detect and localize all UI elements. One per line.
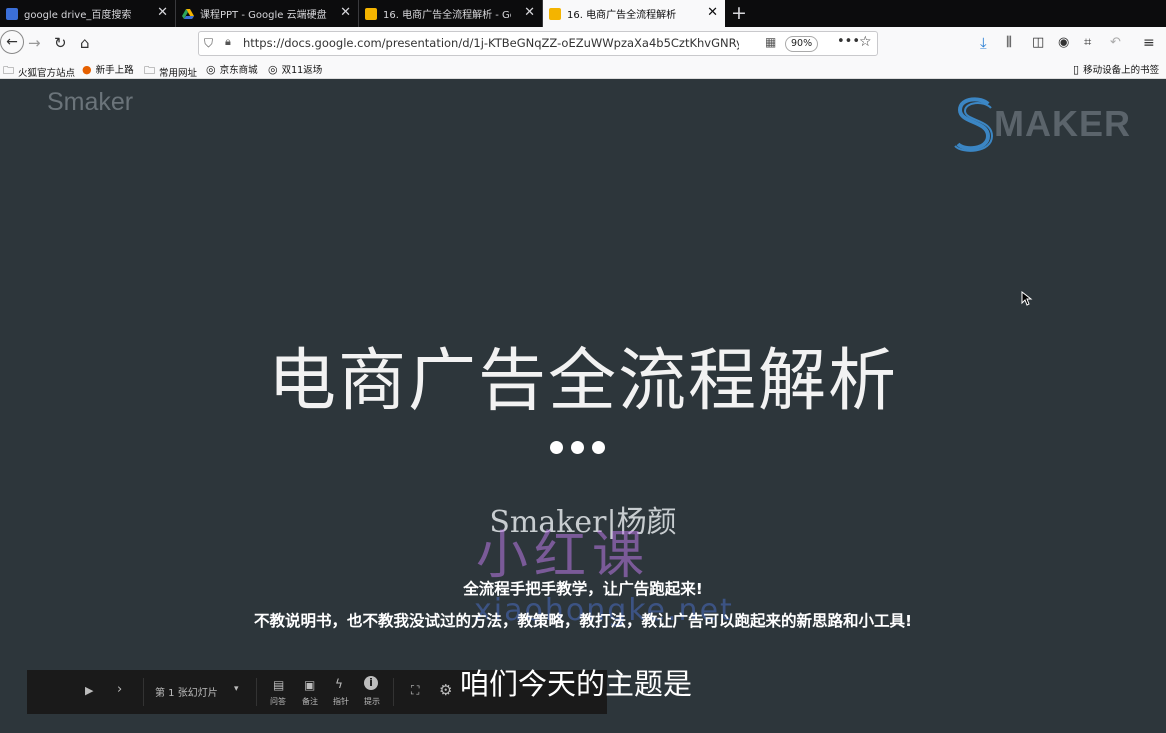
tab-drive[interactable]: 课程PPT - Google 云端硬盘 ✕ [176, 0, 359, 27]
menu-icon[interactable]: ≡ [1143, 33, 1155, 53]
notes-label[interactable]: 备注 [302, 696, 318, 707]
qr-code-icon[interactable]: ▦ [765, 35, 776, 49]
bookmark-star-icon[interactable]: ☆ [859, 34, 872, 50]
downloads-icon[interactable]: ⤓ [980, 33, 987, 53]
shield-icon[interactable]: ⛉ [204, 36, 213, 51]
close-icon[interactable]: ✕ [340, 6, 351, 20]
tab-title: google drive_百度搜索 [24, 10, 132, 21]
bookmark-label: 常用网址 [159, 67, 198, 79]
dot [550, 441, 563, 454]
hints-label[interactable]: 提示 [364, 696, 380, 707]
bookmark-label: 京东商城 [219, 65, 258, 76]
back-button[interactable]: ← [0, 30, 24, 54]
bookmark-label: 双11返场 [281, 65, 323, 76]
reload-button[interactable]: ↻ [54, 33, 67, 53]
mobile-bookmarks[interactable]: ▯ 移动设备上的书签 [1073, 62, 1160, 77]
globe-icon: ◎ [206, 62, 216, 76]
tab-title: 16. 电商广告全流程解析 - Google [383, 10, 511, 21]
lock-icon[interactable]: 🔒︎ [225, 35, 231, 49]
info-icon[interactable]: i [364, 676, 378, 690]
url-text[interactable]: https://docs.google.com/presentation/d/1… [243, 36, 739, 50]
tagline-1: 全流程手把手教学，让广告跑起来! [463, 580, 703, 598]
bookmark-item[interactable]: ◎ 京东商城 [206, 62, 258, 77]
divider [393, 678, 394, 706]
dot [592, 441, 605, 454]
close-icon[interactable]: ✕ [157, 6, 168, 20]
sidebar-icon[interactable]: ◫ [1032, 33, 1044, 53]
phone-icon: ▯ [1073, 62, 1080, 76]
logo-s-icon [954, 97, 994, 152]
brand-text: Smaker [47, 88, 134, 116]
next-slide-icon[interactable]: › [117, 682, 122, 697]
url-bar[interactable]: ⛉ 🔒︎ https://docs.google.com/presentatio… [198, 31, 878, 56]
bookmark-label: 移动设备上的书签 [1083, 65, 1160, 76]
bookmark-item[interactable]: ● 新手上路 [82, 62, 134, 77]
bookmark-item[interactable]: ◎ 双11返场 [268, 62, 323, 77]
logo-text: MAKER [994, 103, 1131, 144]
dots-decoration [550, 441, 605, 454]
tab-slides-active[interactable]: 16. 电商广告全流程解析 - Google ✕ [543, 0, 725, 27]
close-icon[interactable]: ✕ [524, 6, 535, 20]
tab-baidu[interactable]: google drive_百度搜索 ✕ [0, 0, 176, 27]
qa-label[interactable]: 问答 [270, 696, 286, 707]
firefox-icon: ● [82, 62, 92, 76]
undo-close-icon[interactable]: ↶ [1110, 33, 1121, 53]
close-icon[interactable]: ✕ [707, 6, 718, 20]
more-actions-icon[interactable]: ••• [837, 34, 860, 49]
globe-icon: ◎ [268, 62, 278, 76]
fullscreen-icon[interactable]: ⛶ [411, 683, 419, 698]
pointer-label[interactable]: 指针 [333, 696, 349, 707]
screenshot-icon[interactable]: ⌗ [1084, 33, 1091, 53]
zoom-level[interactable]: 90% [785, 36, 819, 52]
slides-icon [549, 7, 561, 20]
slide-canvas[interactable]: Smaker MAKER 电商广告全流程解析 Smaker|杨颜 小红课 xia… [0, 79, 1166, 733]
tab-title: 课程PPT - Google 云端硬盘 [200, 10, 327, 21]
home-button[interactable]: ⌂ [80, 33, 90, 53]
bookmark-label: 新手上路 [95, 65, 134, 76]
divider [143, 678, 144, 706]
video-subtitle: 咱们今天的主题是 [460, 667, 693, 701]
slide-selector[interactable]: 第 1 张幻灯片 [155, 684, 218, 699]
notes-icon[interactable]: ▣ [304, 678, 315, 692]
navigation-bar: ← → ↻ ⌂ ⛉ 🔒︎ https://docs.google.com/pre… [0, 27, 1166, 60]
account-icon[interactable]: ◉ [1058, 33, 1069, 53]
tab-bar: google drive_百度搜索 ✕ 课程PPT - Google 云端硬盘 … [0, 0, 1166, 27]
tab-slides-1[interactable]: 16. 电商广告全流程解析 - Google ✕ [359, 0, 543, 27]
tagline-2: 不教说明书，也不教我没试过的方法，教策略，教打法，教让广告可以跑起来的新思路和小… [253, 612, 913, 630]
slides-icon [365, 7, 377, 20]
chevron-down-icon[interactable]: ▾ [234, 684, 239, 694]
pointer-icon[interactable]: ϟ [335, 677, 343, 691]
play-icon[interactable]: ▶ [85, 684, 93, 697]
mouse-cursor-icon [1021, 291, 1033, 306]
forward-button[interactable]: → [28, 33, 41, 53]
smaker-logo: MAKER [952, 94, 1131, 154]
google-drive-icon [182, 8, 194, 19]
qa-icon[interactable]: ▤ [273, 678, 284, 692]
baidu-icon [6, 7, 18, 20]
bookmark-label: 火狐官方站点 [18, 67, 76, 79]
divider [256, 678, 257, 706]
tab-title: 16. 电商广告全流程解析 - Google [567, 10, 679, 21]
library-icon[interactable]: ⫼ [1006, 33, 1012, 53]
slide-title: 电商广告全流程解析 [267, 342, 898, 421]
dot [571, 441, 584, 454]
bookmarks-bar: 🗀 火狐官方站点 ● 新手上路 🗀 常用网址 ◎ 京东商城 ◎ 双11返场 ▯ 移动设备上的… [0, 60, 1166, 79]
new-tab-button[interactable]: + [731, 3, 747, 23]
gear-icon[interactable]: ⚙ [439, 681, 452, 699]
